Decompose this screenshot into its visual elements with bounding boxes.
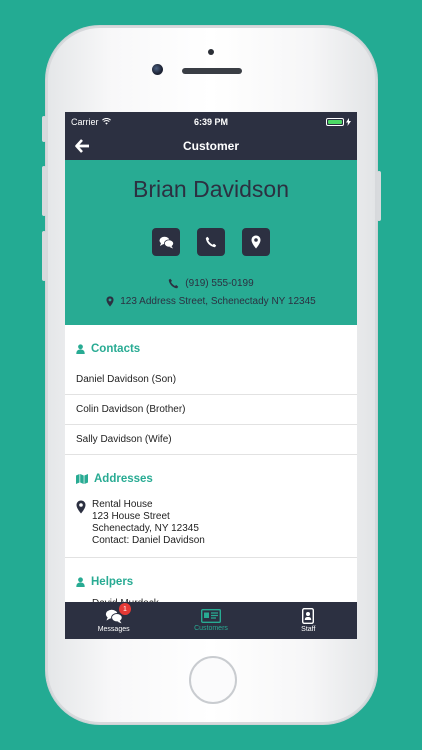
contact-name: Sally Davidson (Wife) [76,434,172,445]
contacts-section: Contacts Daniel Davidson (Son) Colin Dav… [65,325,357,455]
addresses-title: Addresses [94,473,153,485]
helpers-title: Helpers [91,576,134,588]
customer-header: Brian Davidson (919) 555-0199 123 Addres… [65,160,357,325]
addresses-heading: Addresses [65,455,357,495]
call-button[interactable] [197,228,225,256]
address-details: Rental House 123 House Street Schenectad… [92,499,205,547]
id-card-icon [200,609,221,623]
address-street: 123 House Street [92,511,170,522]
customer-phone-row[interactable]: (919) 555-0199 [65,278,357,289]
address-city: Schenectady, NY 12345 [92,523,199,534]
map-marker-icon [251,235,261,249]
customer-address: 123 Address Street, Schenectady NY 12345 [120,296,316,307]
app-screen: Carrier 6:39 PM Customer Brian Davidson [65,112,357,639]
badge-icon [302,608,315,624]
page-title: Customer [182,138,239,153]
customer-name: Brian Davidson [133,176,289,202]
map-button[interactable] [242,228,270,256]
mute-switch [42,116,46,142]
chat-icon [159,236,174,248]
contact-name: Daniel Davidson (Son) [76,374,177,385]
customer-address-row[interactable]: 123 Address Street, Schenectady NY 12345 [65,296,357,307]
home-button[interactable] [189,656,237,704]
message-button[interactable] [152,228,180,256]
contacts-title: Contacts [91,343,141,355]
volume-down-button [42,231,46,281]
map-marker-icon [106,296,114,307]
contact-name: Colin Davidson (Brother) [76,404,186,415]
tab-staff[interactable]: Staff [260,602,357,639]
address-item[interactable]: Rental House 123 House Street Schenectad… [65,495,357,558]
tab-customers[interactable]: Customers [162,602,259,639]
phone-icon [205,236,217,248]
contact-row[interactable]: Sally Davidson (Wife) [65,425,357,455]
tab-label-messages: Messages [97,625,130,633]
map-marker-icon [76,500,86,514]
tab-messages[interactable]: 1 Messages [65,602,162,639]
map-icon [76,474,88,484]
earpiece-speaker [182,68,242,74]
customer-phone: (919) 555-0199 [185,278,254,289]
tab-label-customers: Customers [194,625,228,632]
unread-badge: 1 [119,603,131,615]
user-icon [76,577,85,587]
helpers-heading: Helpers [65,558,357,598]
action-buttons [65,228,357,256]
contact-row[interactable]: Daniel Davidson (Son) [65,365,357,395]
address-name: Rental House [92,499,153,510]
addresses-section: Addresses Rental House 123 House Street … [65,455,357,558]
contacts-heading: Contacts [65,325,357,365]
volume-up-button [42,166,46,216]
status-bar: Carrier 6:39 PM [65,112,357,131]
user-icon [76,344,85,354]
tab-bar: 1 Messages Customers Staff [65,602,357,639]
front-camera [152,64,163,75]
proximity-sensor [208,49,214,55]
address-contact: Contact: Daniel Davidson [92,535,205,546]
phone-icon [169,278,179,289]
status-time: 6:39 PM [193,116,228,127]
nav-bar: Customer [65,131,357,160]
power-button [377,171,381,221]
tab-label-staff: Staff [301,626,316,633]
back-arrow-icon[interactable] [75,138,91,154]
contact-row[interactable]: Colin Davidson (Brother) [65,395,357,425]
